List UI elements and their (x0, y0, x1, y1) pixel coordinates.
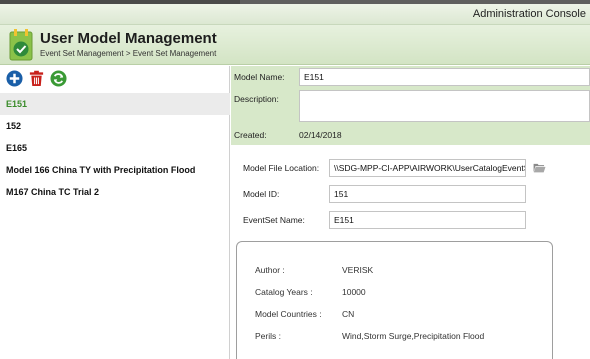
title-bar: Administration Console (0, 0, 590, 25)
model-countries-label: Model Countries : (255, 309, 322, 319)
model-item-e165[interactable]: E165 (0, 137, 230, 159)
model-item-m167[interactable]: M167 China TC Trial 2 (0, 181, 230, 203)
catalog-years-value: 10000 (342, 287, 366, 297)
model-summary-panel: Model Name: E151 Description: Created: 0… (231, 66, 590, 145)
file-location-input[interactable]: \\SDG-MPP-CI-APP\AIRWORK\UserCatalogEven… (329, 159, 526, 177)
description-label: Description: (234, 94, 279, 104)
author-value: VERISK (342, 265, 374, 275)
model-name-input[interactable]: E151 (299, 68, 590, 86)
model-name-label: Model Name: (234, 72, 285, 82)
perils-label: Perils : (255, 331, 281, 341)
model-list: E151 152 E165 Model 166 China TY with Pr… (0, 93, 230, 203)
perils-value: Wind,Storm Surge,Precipitation Flood (342, 331, 485, 341)
author-label: Author : (255, 265, 285, 275)
calendar-check-icon (9, 29, 33, 61)
title-bar-strip-right (240, 0, 590, 4)
eventset-name-input[interactable]: E151 (329, 211, 526, 229)
created-label: Created: (234, 130, 267, 140)
model-item-166[interactable]: Model 166 China TY with Precipitation Fl… (0, 159, 230, 181)
model-item-e151[interactable]: E151 (0, 93, 230, 115)
description-input[interactable] (299, 90, 590, 122)
page-header: User Model Management Event Set Manageme… (0, 25, 590, 65)
eventset-name-label: EventSet Name: (243, 215, 305, 225)
model-id-input[interactable]: 151 (329, 185, 526, 203)
model-info-card: Author : VERISK Catalog Years : 10000 Mo… (236, 241, 553, 359)
page-title: User Model Management (40, 30, 217, 47)
model-list-pane: E151 152 E165 Model 166 China TY with Pr… (0, 66, 230, 359)
catalog-years-label: Catalog Years : (255, 287, 313, 297)
add-circle-icon[interactable] (6, 69, 23, 87)
model-toolbar (6, 68, 67, 88)
model-countries-value: CN (342, 309, 355, 319)
title-bar-strip (0, 0, 240, 4)
model-details-pane: Model Name: E151 Description: Created: 0… (231, 66, 590, 359)
breadcrumb: Event Set Management > Event Set Managem… (40, 49, 217, 58)
app-title: Administration Console (472, 8, 586, 20)
created-date: 02/14/2018 (299, 130, 342, 140)
file-location-label: Model File Location: (243, 163, 320, 173)
refresh-icon[interactable] (50, 69, 67, 87)
model-id-label: Model ID: (243, 189, 280, 199)
trash-icon[interactable] (28, 70, 45, 87)
model-item-152[interactable]: 152 (0, 115, 230, 137)
folder-open-icon[interactable] (533, 163, 546, 173)
